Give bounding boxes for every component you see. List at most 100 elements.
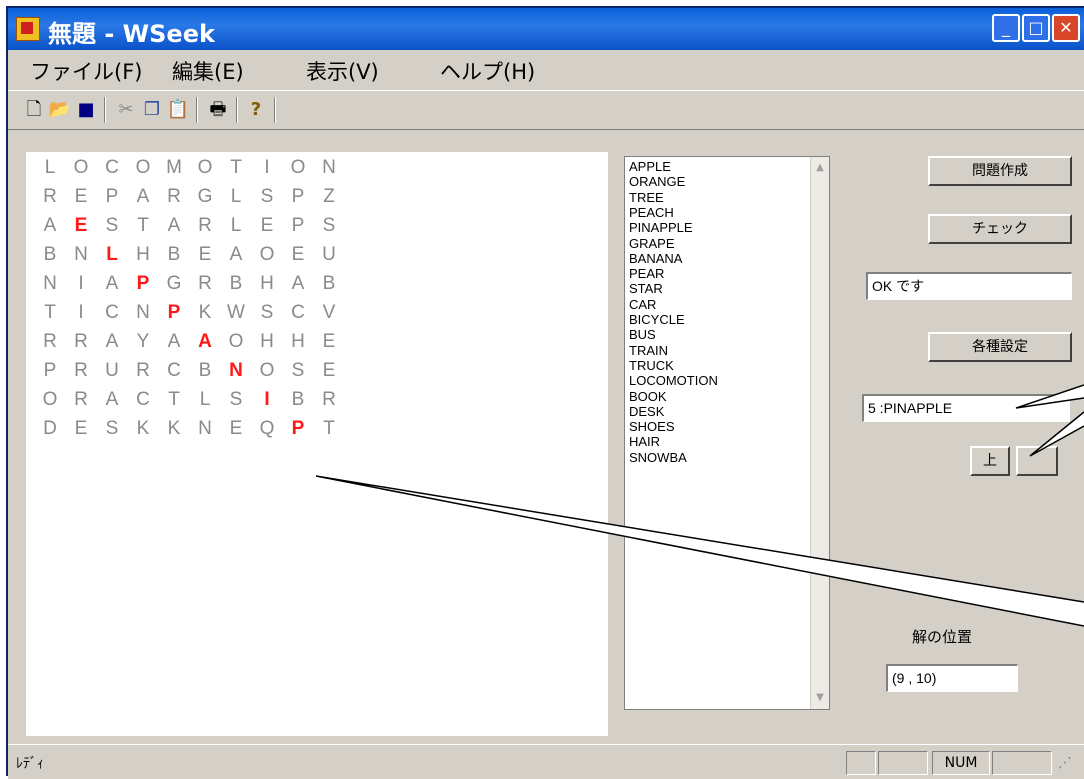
grid-cell[interactable]: E — [67, 212, 95, 240]
grid-cell[interactable]: U — [98, 357, 126, 385]
grid-cell[interactable]: E — [315, 328, 343, 356]
grid-cell[interactable]: L — [36, 154, 64, 182]
new-file-icon[interactable]: 🗋 — [22, 98, 46, 122]
copy-icon[interactable]: ❐ — [140, 98, 164, 122]
open-folder-icon[interactable]: 📂 — [48, 98, 72, 122]
grid-cell[interactable]: A — [284, 270, 312, 298]
grid-cell[interactable]: N — [191, 415, 219, 443]
grid-cell[interactable]: G — [160, 270, 188, 298]
grid-cell[interactable]: H — [284, 328, 312, 356]
down-button[interactable] — [1016, 446, 1058, 476]
grid-cell[interactable]: R — [191, 270, 219, 298]
grid-cell[interactable]: C — [98, 299, 126, 327]
grid-cell[interactable]: P — [129, 270, 157, 298]
word-list-item[interactable]: APPLE — [629, 159, 671, 174]
grid-cell[interactable]: K — [129, 415, 157, 443]
grid-cell[interactable]: B — [36, 241, 64, 269]
word-list[interactable]: ▲ ▼ APPLE ORANGE TREE PEACH PINAPPLE GRAPE BAN… — [624, 156, 830, 710]
grid-cell[interactable]: L — [222, 212, 250, 240]
word-list-item[interactable]: CAR — [629, 297, 656, 312]
grid-cell[interactable]: A — [222, 241, 250, 269]
maximize-button[interactable]: □ — [1022, 14, 1050, 42]
word-list-item[interactable]: LOCOMOTION — [629, 373, 718, 388]
grid-cell[interactable]: P — [160, 299, 188, 327]
word-list-item[interactable]: GRAPE — [629, 236, 675, 251]
selected-word-field[interactable]: 5 :PINAPPLE — [862, 394, 1070, 422]
grid-cell[interactable]: S — [315, 212, 343, 240]
scroll-down-icon[interactable]: ▼ — [811, 689, 829, 707]
grid-cell[interactable]: C — [284, 299, 312, 327]
grid-cell[interactable]: P — [98, 183, 126, 211]
word-list-item[interactable]: BICYCLE — [629, 312, 685, 327]
grid-cell[interactable]: L — [222, 183, 250, 211]
word-list-item[interactable]: TRUCK — [629, 358, 674, 373]
grid-cell[interactable]: R — [315, 386, 343, 414]
paste-icon[interactable]: 📋 — [166, 98, 190, 122]
grid-cell[interactable]: W — [222, 299, 250, 327]
word-search-grid[interactable]: LOCOMOTIONREPARGLSPZAESTARLEPSBNLHBEAOEU… — [26, 152, 608, 736]
word-list-scrollbar[interactable]: ▲ ▼ — [810, 157, 829, 709]
grid-cell[interactable]: E — [315, 357, 343, 385]
grid-cell[interactable]: U — [315, 241, 343, 269]
save-icon[interactable]: ■ — [74, 98, 98, 122]
resize-grip-icon[interactable]: ⋰ — [1058, 755, 1072, 771]
menu-view[interactable]: 表示(V) — [306, 56, 379, 86]
grid-cell[interactable]: R — [36, 183, 64, 211]
grid-cell[interactable]: G — [191, 183, 219, 211]
word-list-item[interactable]: TREE — [629, 190, 664, 205]
scroll-up-icon[interactable]: ▲ — [811, 159, 829, 177]
grid-cell[interactable]: A — [98, 328, 126, 356]
grid-cell[interactable]: E — [67, 183, 95, 211]
grid-cell[interactable]: A — [160, 328, 188, 356]
grid-cell[interactable]: O — [222, 328, 250, 356]
grid-cell[interactable]: O — [253, 357, 281, 385]
grid-cell[interactable]: O — [191, 154, 219, 182]
grid-cell[interactable]: R — [67, 328, 95, 356]
grid-cell[interactable]: T — [160, 386, 188, 414]
grid-cell[interactable]: A — [129, 183, 157, 211]
word-list-item[interactable]: STAR — [629, 281, 663, 296]
word-list-item[interactable]: BUS — [629, 327, 656, 342]
menu-help[interactable]: ヘルプ(H) — [440, 56, 535, 86]
grid-cell[interactable]: I — [67, 270, 95, 298]
up-button[interactable]: 上 — [970, 446, 1010, 476]
grid-cell[interactable]: B — [315, 270, 343, 298]
grid-cell[interactable]: S — [98, 415, 126, 443]
grid-cell[interactable]: R — [160, 183, 188, 211]
result-field[interactable]: OK です — [866, 272, 1072, 300]
grid-cell[interactable]: T — [222, 154, 250, 182]
grid-cell[interactable]: N — [67, 241, 95, 269]
grid-cell[interactable]: N — [36, 270, 64, 298]
grid-cell[interactable]: K — [160, 415, 188, 443]
grid-cell[interactable]: A — [160, 212, 188, 240]
grid-cell[interactable]: E — [284, 241, 312, 269]
grid-cell[interactable]: O — [253, 241, 281, 269]
grid-cell[interactable]: B — [191, 357, 219, 385]
menu-file[interactable]: ファイル(F) — [30, 56, 142, 86]
grid-cell[interactable]: O — [129, 154, 157, 182]
grid-cell[interactable]: A — [98, 270, 126, 298]
grid-cell[interactable]: R — [129, 357, 157, 385]
grid-cell[interactable]: O — [284, 154, 312, 182]
word-list-item[interactable]: BANANA — [629, 251, 682, 266]
solution-position-field[interactable]: (9 , 10) — [886, 664, 1018, 692]
grid-cell[interactable]: A — [36, 212, 64, 240]
grid-cell[interactable]: T — [129, 212, 157, 240]
grid-cell[interactable]: S — [284, 357, 312, 385]
grid-cell[interactable]: L — [98, 241, 126, 269]
grid-cell[interactable]: I — [253, 386, 281, 414]
grid-cell[interactable]: P — [284, 212, 312, 240]
grid-cell[interactable]: R — [67, 386, 95, 414]
grid-cell[interactable]: S — [253, 183, 281, 211]
grid-cell[interactable]: C — [160, 357, 188, 385]
grid-cell[interactable]: R — [191, 212, 219, 240]
grid-cell[interactable]: I — [67, 299, 95, 327]
cut-icon[interactable]: ✂ — [114, 98, 138, 122]
grid-cell[interactable]: C — [129, 386, 157, 414]
grid-cell[interactable]: S — [253, 299, 281, 327]
grid-cell[interactable]: R — [36, 328, 64, 356]
grid-cell[interactable]: E — [191, 241, 219, 269]
check-button[interactable]: チェック — [928, 214, 1072, 244]
grid-cell[interactable]: Z — [315, 183, 343, 211]
grid-cell[interactable]: O — [67, 154, 95, 182]
